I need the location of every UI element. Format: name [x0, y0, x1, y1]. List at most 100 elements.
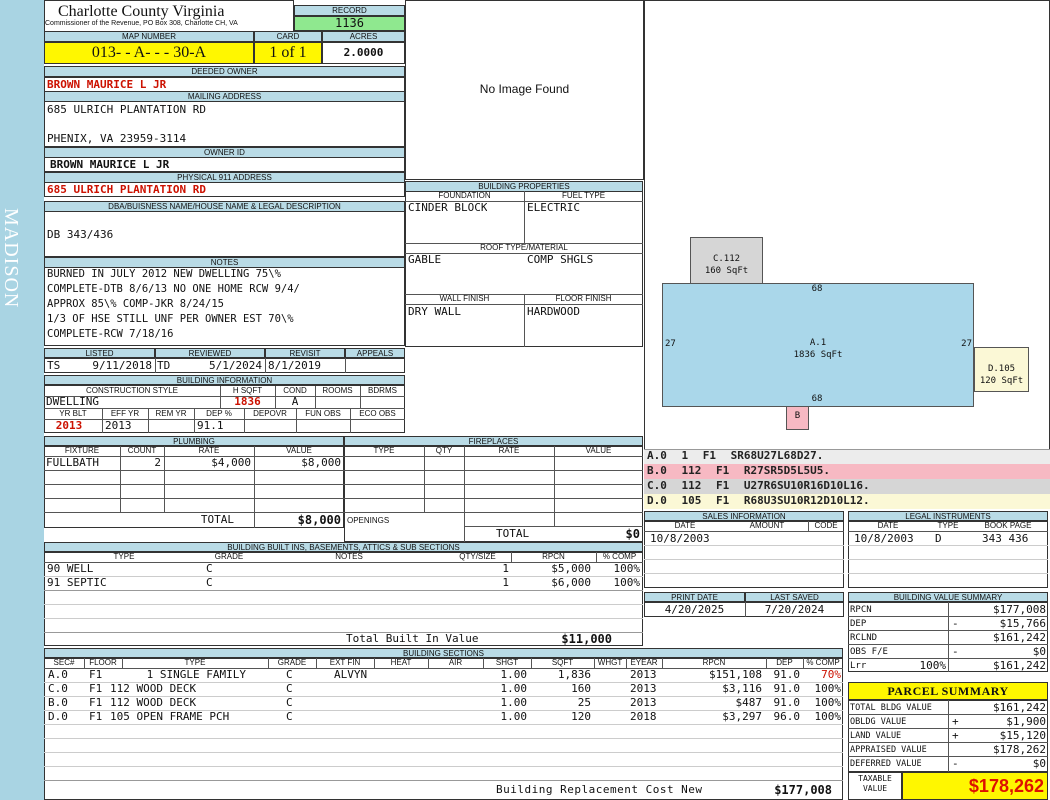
- section-eyear: 2013: [630, 668, 657, 681]
- section-shgt: 1.00: [500, 710, 528, 723]
- section-comp: 70%: [821, 668, 841, 681]
- foundation-value: CINDER BLOCK: [408, 201, 488, 214]
- section-sec: D.0: [48, 710, 68, 723]
- parcel-value: $1,900: [1006, 715, 1046, 728]
- section-grade: C: [286, 668, 293, 681]
- parcel-key: APPRAISED VALUE: [850, 745, 927, 755]
- value-summary-value: $161,242: [993, 659, 1046, 672]
- section-header: HEAT: [390, 658, 412, 667]
- section-type: 1 SINGLE FAMILY: [146, 668, 246, 681]
- plumbing-header: VALUE: [286, 446, 312, 455]
- section-floor: F1: [89, 710, 103, 723]
- sales-date: 10/8/2003: [650, 532, 710, 545]
- owner-id: BROWN MAURICE L JR: [44, 157, 405, 172]
- revisit-date: 8/1/2019: [268, 359, 321, 372]
- floor-finish-label: FLOOR FINISH: [555, 294, 612, 303]
- office-address: Commissioner of the Revenue, PO Box 308,…: [45, 20, 238, 27]
- record-label: RECORD: [294, 5, 405, 16]
- section-grade: C: [286, 710, 293, 723]
- remyr-label: REM YR: [155, 409, 187, 418]
- builtin-rpcn: $6,000: [551, 576, 591, 589]
- plumbing-total-label: TOTAL: [200, 513, 234, 526]
- roof-type: GABLE: [408, 253, 442, 266]
- fuel-label: FUEL TYPE: [561, 191, 606, 200]
- value-summary-pct: 100%: [919, 659, 947, 672]
- builtins-header: GRADE: [214, 552, 244, 561]
- roof-material: COMP SHGLS: [527, 253, 594, 266]
- section-extfin: ALVYN: [334, 668, 368, 681]
- section-eyear: 2013: [630, 696, 657, 709]
- plumbing-total: $8,000: [297, 513, 341, 527]
- plumbing-header: COUNT: [127, 446, 157, 455]
- dep-label: DEP %: [206, 409, 232, 418]
- sketch-label-c: C.112: [712, 254, 741, 264]
- section-type: 112 WOOD DECK: [110, 696, 197, 709]
- section-header: AIR: [448, 658, 463, 667]
- section-rpcn: $151,108: [709, 668, 762, 681]
- section-comp: 100%: [814, 696, 842, 709]
- sketch-sqft-c: 160 SqFt: [704, 266, 749, 276]
- section-sec: A.0: [48, 668, 68, 681]
- section-sec: B.0: [48, 696, 68, 709]
- section-rpcn: $3,116: [722, 682, 762, 695]
- value-summary-value: $15,766: [999, 617, 1046, 630]
- print-date-label: PRINT DATE: [644, 592, 745, 602]
- deeded-owner: BROWN MAURICE L JR: [44, 77, 405, 92]
- section-sqft: 120: [571, 710, 591, 723]
- section-floor: F1: [89, 696, 103, 709]
- value-summary-key: OBS F/E: [850, 647, 888, 657]
- builtin-type: 90 WELL: [47, 562, 94, 575]
- builtins-header: TYPE: [113, 552, 135, 561]
- section-floor: F1: [89, 682, 103, 695]
- plumbing-label: PLUMBING: [44, 436, 344, 446]
- fuel-value: ELECTRIC: [527, 201, 580, 214]
- section-header: SEC#: [53, 658, 75, 667]
- sketch-code: D.0 105 F1 R68U3SU10R12D10L12.: [647, 494, 870, 507]
- fireplaces-header: QTY: [435, 446, 453, 455]
- sketch-dim-bottom: 68: [811, 394, 823, 404]
- deeded-owner-label: DEEDED OWNER: [44, 66, 405, 77]
- value-summary-key: DEP: [850, 619, 867, 629]
- dep-value: 91.1: [197, 419, 224, 432]
- reviewed-date: 5/1/2024: [209, 359, 262, 372]
- section-sqft: 160: [571, 682, 591, 695]
- sections-total: $177,008: [774, 783, 832, 797]
- section-rpcn: $3,297: [722, 710, 762, 723]
- section-header: SQFT: [551, 658, 574, 667]
- builtin-comp: 100%: [613, 562, 641, 575]
- section-comp: 100%: [814, 682, 842, 695]
- parcel-summary-title: PARCEL SUMMARY: [848, 682, 1048, 700]
- section-shgt: 1.00: [500, 696, 528, 709]
- sales-header: CODE: [814, 521, 838, 530]
- construction-style: DWELLING: [46, 395, 99, 408]
- appeals-label: APPEALS: [345, 348, 405, 358]
- wall-finish-value: DRY WALL: [408, 305, 461, 318]
- builtin-rpcn: $5,000: [551, 562, 591, 575]
- listed-date: 9/11/2018: [92, 359, 152, 372]
- value-summary-value: $0: [1032, 645, 1046, 658]
- section-header: TYPE: [184, 658, 206, 667]
- value-summary-value: $177,008: [993, 603, 1046, 616]
- section-header: EXT FIN: [329, 658, 361, 667]
- section-dep: 91.0: [773, 696, 801, 709]
- section-type: 105 OPEN FRAME PCH: [110, 710, 230, 723]
- map-number: 013- - A- - - 30-A: [44, 42, 254, 64]
- legal-date: 10/8/2003: [854, 532, 914, 545]
- effyr-value: 2013: [105, 419, 132, 432]
- section-header: EYEAR: [630, 658, 658, 667]
- parcel-key: TOTAL BLDG VALUE: [850, 703, 932, 713]
- effyr-label: EFF YR: [110, 409, 140, 418]
- acres-label: ACRES: [322, 31, 405, 42]
- fireplaces-total: $0: [625, 527, 640, 541]
- section-sqft: 25: [577, 696, 591, 709]
- revisit-label: REVISIT: [265, 348, 345, 358]
- depovr-label: DEPOVR: [253, 409, 287, 418]
- foundation-label: FOUNDATION: [438, 191, 491, 200]
- section-header: RPCN: [702, 658, 726, 667]
- sketch-label-b: B: [794, 411, 801, 421]
- section-grade: C: [286, 682, 293, 695]
- sections-label: BUILDING SECTIONS: [44, 648, 843, 658]
- sketch-dim-top: 68: [811, 284, 823, 294]
- fireplaces-label: FIREPLACES: [344, 436, 643, 446]
- sketch-dim-left: 27: [665, 339, 676, 349]
